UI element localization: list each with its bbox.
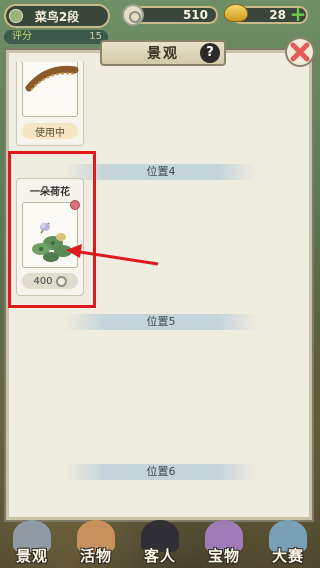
coin-value: 510 bbox=[182, 8, 208, 22]
section-banner-6: 位置6 bbox=[66, 464, 256, 480]
tab-treasures[interactable]: 宝物 bbox=[195, 520, 253, 566]
rank-icon bbox=[9, 9, 23, 23]
coin-counter: 510 bbox=[122, 4, 218, 26]
close-icon[interactable] bbox=[284, 36, 316, 68]
highlight-box bbox=[8, 151, 96, 308]
item-art bbox=[22, 62, 79, 117]
tab-label: 客人 bbox=[143, 547, 176, 565]
ingot-counter: 28 + bbox=[224, 4, 308, 25]
help-icon[interactable]: ? bbox=[200, 43, 220, 63]
score-strip: 评分 15 bbox=[4, 30, 108, 44]
tab-label: 大赛 bbox=[271, 547, 304, 565]
tab-label: 景观 bbox=[15, 547, 48, 565]
section-banner-5: 位置5 bbox=[66, 314, 256, 330]
in-use-status: 使用中 bbox=[22, 123, 78, 139]
score-label: 评分 bbox=[12, 31, 32, 42]
top-status-bar: 菜鸟2段 510 28 + bbox=[0, 0, 320, 32]
coin-icon bbox=[122, 4, 144, 26]
rank-badge[interactable]: 菜鸟2段 bbox=[4, 4, 110, 28]
wooden-bridge-icon bbox=[25, 65, 79, 92]
tab-label: 活物 bbox=[79, 547, 112, 565]
ingot-value: 28 bbox=[269, 8, 286, 22]
tab-scenery[interactable]: 景观 bbox=[3, 520, 61, 566]
tab-creatures[interactable]: 活物 bbox=[67, 520, 125, 566]
add-ingot-button[interactable]: + bbox=[288, 4, 308, 25]
tab-contest[interactable]: 大赛 bbox=[259, 520, 317, 566]
red-arrow-icon bbox=[66, 244, 159, 266]
rank-label: 菜鸟2段 bbox=[34, 9, 80, 24]
in-use-item-card[interactable]: 使用中 bbox=[16, 62, 84, 146]
tab-guests[interactable]: 客人 bbox=[131, 520, 189, 566]
bottom-nav: 景观 活物 客人 宝物 大赛 bbox=[0, 516, 320, 568]
gold-ingot-icon bbox=[224, 4, 248, 22]
tab-label: 宝物 bbox=[207, 547, 240, 565]
